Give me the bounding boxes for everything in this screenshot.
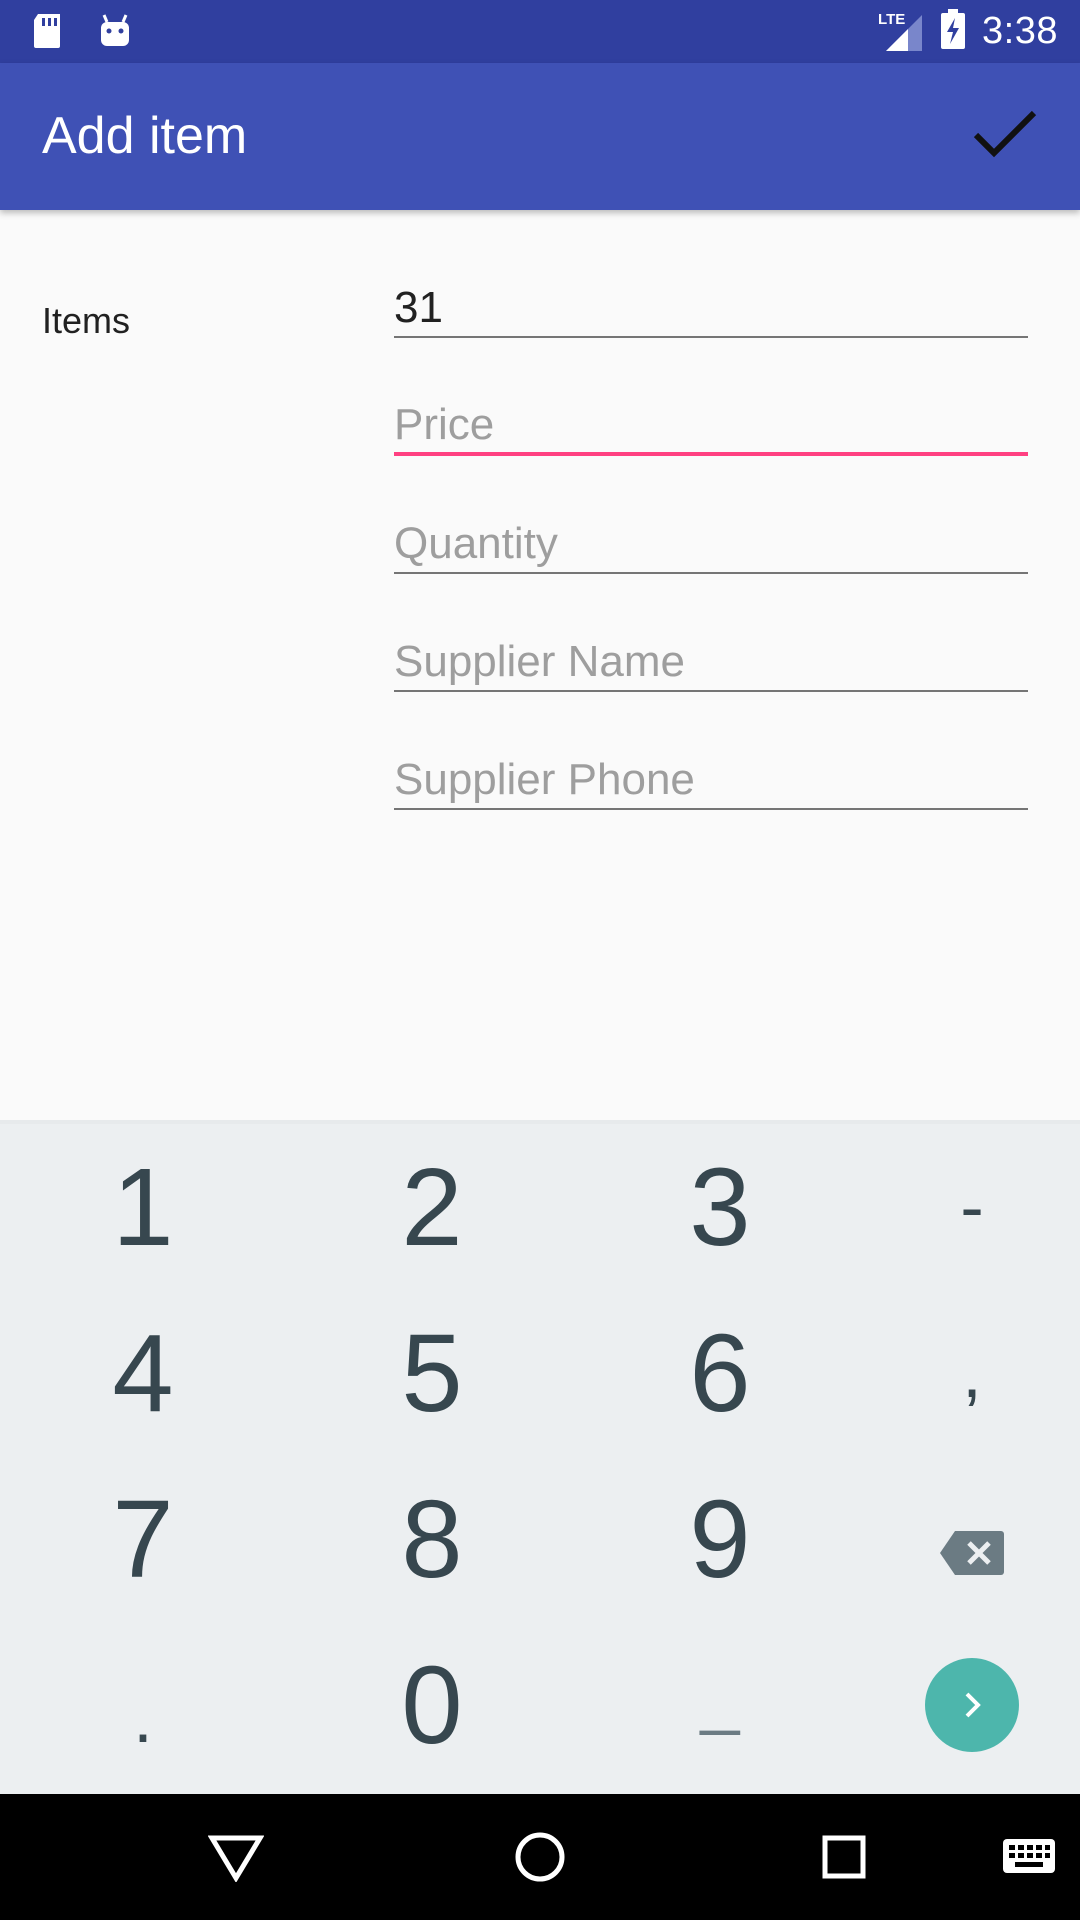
- supplier-name-field[interactable]: [394, 634, 1028, 694]
- home-icon: [515, 1832, 565, 1882]
- page-title: Add item: [42, 107, 248, 165]
- numeric-keyboard: 1 2 3 - 4 5 6 , 7 8 9 . 0 _: [0, 1120, 1080, 1798]
- price-field[interactable]: [394, 398, 1028, 458]
- key-space-label: _: [700, 1658, 740, 1736]
- quantity-input[interactable]: [394, 516, 1028, 574]
- screen: LTE 3:38 Add item Items 31 Price Quantit…: [0, 0, 1080, 1920]
- keyboard-icon: [1003, 1839, 1055, 1873]
- items-field[interactable]: [394, 280, 1028, 340]
- keyboard-switch-button[interactable]: [994, 1824, 1064, 1890]
- key-0[interactable]: 0: [297, 1622, 567, 1788]
- status-right: LTE 3:38: [878, 0, 1058, 63]
- back-icon: [208, 1835, 264, 1882]
- key-period-label: .: [133, 1679, 153, 1757]
- check-icon: [972, 107, 1038, 166]
- back-button[interactable]: [203, 1824, 269, 1890]
- key-8[interactable]: 8: [297, 1456, 567, 1622]
- save-button[interactable]: [968, 99, 1042, 173]
- sd-card-icon: [30, 12, 64, 55]
- key-7[interactable]: 7: [8, 1456, 278, 1622]
- price-input[interactable]: [394, 398, 1028, 456]
- key-comma[interactable]: ,: [837, 1290, 1080, 1456]
- key-9[interactable]: 9: [585, 1456, 855, 1622]
- status-left: [30, 12, 132, 55]
- key-minus[interactable]: -: [837, 1124, 1080, 1290]
- home-button[interactable]: [507, 1824, 573, 1890]
- next-button[interactable]: [925, 1658, 1019, 1752]
- key-space[interactable]: _: [585, 1622, 855, 1788]
- items-label: Items: [42, 300, 131, 341]
- key-3[interactable]: 3: [585, 1124, 855, 1290]
- supplier-phone-input[interactable]: [394, 752, 1028, 810]
- backspace-key[interactable]: [837, 1456, 1080, 1622]
- key-2[interactable]: 2: [297, 1124, 567, 1290]
- supplier-name-input[interactable]: [394, 634, 1028, 692]
- status-time: 3:38: [982, 10, 1058, 52]
- items-input[interactable]: [394, 280, 1028, 338]
- key-5[interactable]: 5: [297, 1290, 567, 1456]
- recents-button[interactable]: [811, 1824, 877, 1890]
- lte-signal-icon: LTE: [878, 11, 924, 53]
- chevron-right-icon: [965, 1692, 981, 1718]
- status-bar: LTE 3:38: [0, 0, 1080, 63]
- quantity-field[interactable]: [394, 516, 1028, 576]
- battery-charging-icon: [940, 8, 966, 55]
- key-6[interactable]: 6: [585, 1290, 855, 1456]
- next-key[interactable]: [837, 1622, 1080, 1788]
- android-debug-icon: [98, 12, 132, 55]
- network-type: LTE: [878, 10, 906, 28]
- key-1[interactable]: 1: [8, 1124, 278, 1290]
- app-bar: Add item: [0, 63, 1080, 210]
- recents-icon: [822, 1835, 866, 1879]
- key-4[interactable]: 4: [8, 1290, 278, 1456]
- supplier-phone-field[interactable]: [394, 752, 1028, 812]
- key-period[interactable]: .: [8, 1622, 278, 1788]
- backspace-icon: [939, 1476, 1005, 1603]
- navigation-bar: [0, 1794, 1080, 1920]
